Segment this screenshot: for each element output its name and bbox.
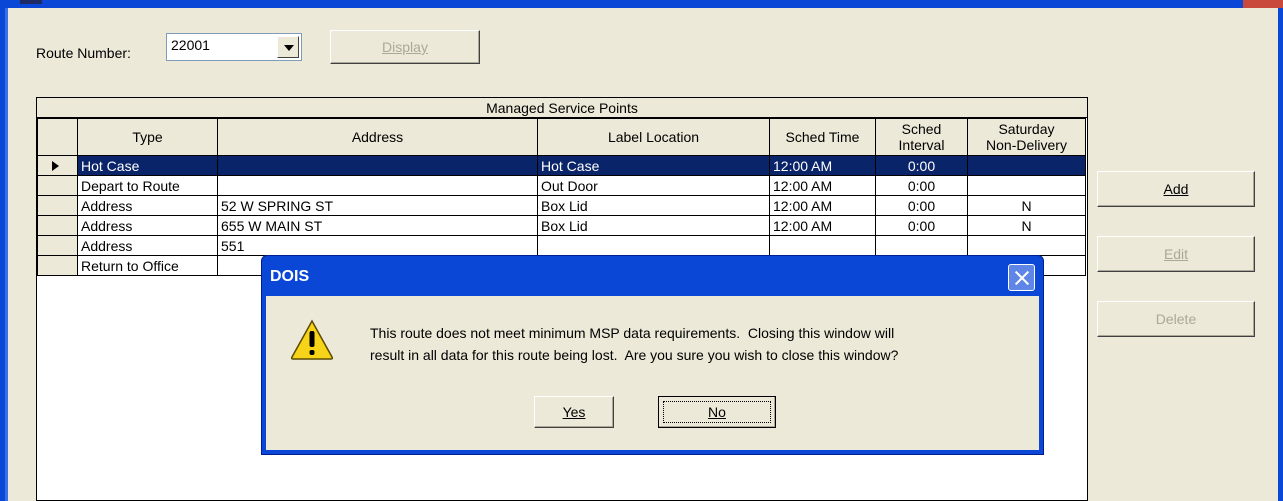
table-row[interactable]: Depart to Route Out Door 12:00 AM 0:00 <box>37 175 1086 196</box>
cell-sched-interval[interactable]: 0:00 <box>875 215 968 236</box>
yes-button-label: Yes <box>562 404 586 420</box>
window-border-right <box>1278 8 1283 501</box>
display-button[interactable]: Display <box>330 30 480 64</box>
column-header-sched-interval[interactable]: Sched Interval <box>875 118 968 156</box>
cell-type[interactable]: Return to Office <box>77 255 218 276</box>
chevron-down-icon[interactable] <box>277 36 299 58</box>
cell-saturday[interactable] <box>967 155 1086 176</box>
cell-label-location[interactable] <box>537 235 770 256</box>
current-row-arrow-icon <box>52 161 59 171</box>
cell-type[interactable]: Address <box>77 215 218 236</box>
cell-address[interactable] <box>217 175 538 196</box>
cell-type[interactable]: Hot Case <box>77 155 218 176</box>
column-header-address[interactable]: Address <box>217 118 538 156</box>
yes-button[interactable]: Yes <box>534 396 614 428</box>
cell-saturday[interactable]: N <box>967 215 1086 236</box>
cell-sched-time[interactable]: 12:00 AM <box>769 215 876 236</box>
window-titlebar <box>0 0 1283 8</box>
window-close-button[interactable] <box>1243 0 1283 8</box>
row-selector[interactable] <box>37 235 78 256</box>
row-selector[interactable] <box>37 215 78 236</box>
table-row[interactable]: Address 52 W SPRING ST Box Lid 12:00 AM … <box>37 195 1086 216</box>
cell-address[interactable]: 655 W MAIN ST <box>217 215 538 236</box>
row-selector-header <box>37 118 78 156</box>
dialog-body: This route does not meet minimum MSP dat… <box>266 296 1039 450</box>
route-number-value: 22001 <box>171 37 210 53</box>
dialog-message: This route does not meet minimum MSP dat… <box>370 322 1030 366</box>
column-header-sched-time[interactable]: Sched Time <box>769 118 876 156</box>
column-header-type[interactable]: Type <box>77 118 218 156</box>
cell-sched-time[interactable] <box>769 235 876 256</box>
msp-table: Type Address Label Location Sched Time S… <box>37 118 1086 276</box>
cell-label-location[interactable]: Out Door <box>537 175 770 196</box>
table-row[interactable]: Hot Case Hot Case 12:00 AM 0:00 <box>37 155 1086 176</box>
cell-address[interactable]: 52 W SPRING ST <box>217 195 538 216</box>
cell-sched-interval[interactable] <box>875 235 968 256</box>
cell-type[interactable]: Address <box>77 195 218 216</box>
cell-sched-time[interactable]: 12:00 AM <box>769 175 876 196</box>
cell-label-location[interactable]: Box Lid <box>537 215 770 236</box>
dialog-title: DOIS <box>270 268 310 285</box>
table-row[interactable]: Address 551 <box>37 235 1086 256</box>
add-button[interactable]: Add <box>1097 171 1255 207</box>
cell-label-location[interactable]: Hot Case <box>537 155 770 176</box>
dialog-close-icon[interactable] <box>1008 264 1035 291</box>
column-header-saturday-non-delivery[interactable]: Saturday Non-Delivery <box>967 118 1086 156</box>
cell-saturday[interactable] <box>967 235 1086 256</box>
column-header-label-location[interactable]: Label Location <box>537 118 770 156</box>
cell-saturday[interactable]: N <box>967 195 1086 216</box>
cell-label-location[interactable]: Box Lid <box>537 195 770 216</box>
row-selector[interactable] <box>37 195 78 216</box>
window-border-left <box>0 8 8 501</box>
warning-icon <box>290 319 334 360</box>
row-selector[interactable] <box>37 155 78 176</box>
dialog-message-line2: result in all data for this route being … <box>370 347 899 363</box>
edit-button-label: Edit <box>1163 246 1189 262</box>
cell-type[interactable]: Depart to Route <box>77 175 218 196</box>
no-button-label: No <box>708 404 726 420</box>
delete-button-label: Delete <box>1155 311 1197 327</box>
cell-sched-time[interactable]: 12:00 AM <box>769 155 876 176</box>
cell-sched-time[interactable]: 12:00 AM <box>769 195 876 216</box>
add-button-label: Add <box>1163 181 1189 197</box>
table-row[interactable]: Address 655 W MAIN ST Box Lid 12:00 AM 0… <box>37 215 1086 236</box>
cell-sched-interval[interactable]: 0:00 <box>875 155 968 176</box>
cell-sched-interval[interactable]: 0:00 <box>875 195 968 216</box>
cell-sched-interval[interactable]: 0:00 <box>875 175 968 196</box>
cell-type[interactable]: Address <box>77 235 218 256</box>
dois-confirm-dialog: DOIS This route does not meet minimum MS… <box>261 255 1044 455</box>
cell-address[interactable] <box>217 155 538 176</box>
route-number-combobox[interactable]: 22001 <box>166 33 302 61</box>
delete-button[interactable]: Delete <box>1097 301 1255 337</box>
cell-saturday[interactable] <box>967 175 1086 196</box>
no-button[interactable]: No <box>658 396 776 428</box>
row-selector[interactable] <box>37 175 78 196</box>
grid-caption: Managed Service Points <box>37 98 1087 118</box>
route-number-label: Route Number: <box>36 45 131 61</box>
cell-address[interactable]: 551 <box>217 235 538 256</box>
row-selector[interactable] <box>37 255 78 276</box>
display-button-label: Display <box>382 39 428 55</box>
edit-button[interactable]: Edit <box>1097 236 1255 272</box>
app-icon <box>20 0 42 4</box>
dialog-message-line1: This route does not meet minimum MSP dat… <box>370 325 895 341</box>
